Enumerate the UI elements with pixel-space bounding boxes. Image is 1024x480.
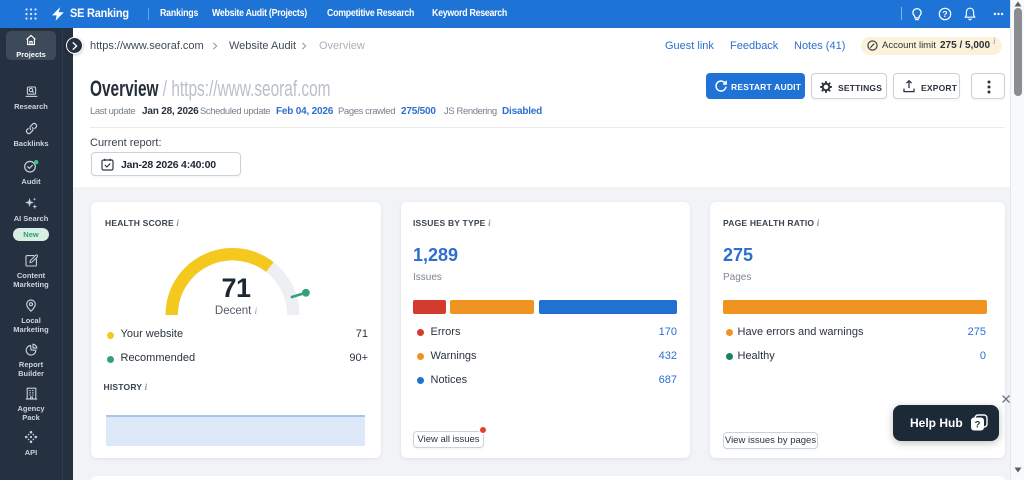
svg-text:?: ? <box>975 419 981 430</box>
svg-text:?: ? <box>942 9 947 19</box>
